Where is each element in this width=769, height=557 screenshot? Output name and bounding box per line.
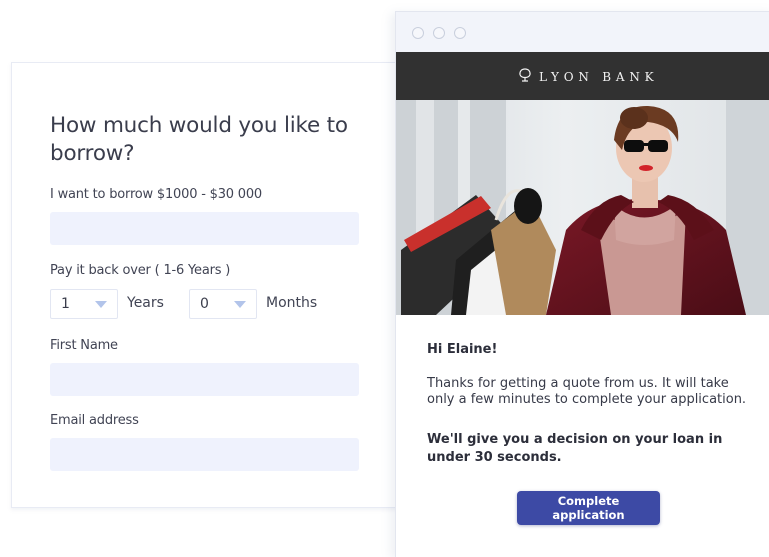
- complete-application-button[interactable]: Complete application: [517, 491, 660, 525]
- form-title: How much would you like to borrow?: [50, 113, 348, 166]
- months-label: Months: [266, 295, 318, 311]
- window-maximize-dot[interactable]: [454, 27, 466, 39]
- amount-input[interactable]: [50, 212, 359, 245]
- loan-form-card: How much would you like to borrow? I wan…: [11, 62, 411, 508]
- first-name-input[interactable]: [50, 363, 359, 396]
- window-titlebar: [396, 12, 769, 52]
- window-close-dot[interactable]: [412, 27, 424, 39]
- email-greeting: Hi Elaine!: [427, 342, 498, 357]
- hero-image: [396, 100, 769, 315]
- window-minimize-dot[interactable]: [433, 27, 445, 39]
- months-select[interactable]: 0: [189, 289, 257, 319]
- email-preview-window: LYON BANK Hi Elaine! Thanks for getting …: [395, 11, 769, 557]
- months-select-value: 0: [200, 296, 209, 312]
- bank-name: LYON BANK: [539, 70, 659, 84]
- chevron-down-icon: [234, 301, 246, 308]
- email-input[interactable]: [50, 438, 359, 471]
- first-name-label: First Name: [50, 338, 118, 353]
- payback-label: Pay it back over ( 1-6 Years ): [50, 263, 231, 278]
- amount-label: I want to borrow $1000 - $30 000: [50, 187, 262, 202]
- email-decision-message: We'll give you a decision on your loan i…: [427, 432, 723, 465]
- chevron-down-icon: [95, 301, 107, 308]
- bank-brand: LYON BANK: [517, 67, 658, 84]
- email-message: Thanks for getting a quote from us. It w…: [427, 376, 747, 407]
- email-brand-header: LYON BANK: [396, 52, 769, 100]
- email-label: Email address: [50, 413, 139, 428]
- bank-logo-icon: [519, 68, 531, 82]
- shopping-woman-photo: [396, 100, 769, 315]
- years-select-value: 1: [61, 296, 70, 312]
- years-select[interactable]: 1: [50, 289, 118, 319]
- years-label: Years: [127, 295, 164, 311]
